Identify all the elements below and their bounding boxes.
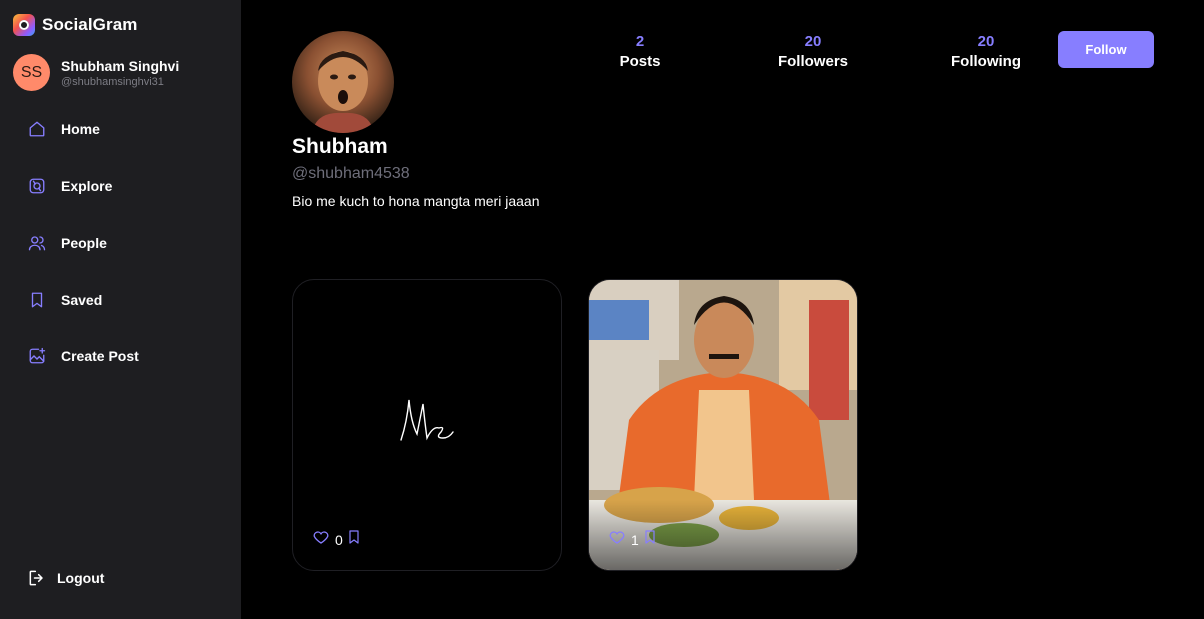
user-name: Shubham Singhvi	[61, 57, 180, 74]
follow-button[interactable]: Follow	[1058, 31, 1154, 68]
profile-bio: Bio me kuch to hona mangta meri jaaan	[292, 193, 540, 209]
stat-label: Followers	[777, 53, 848, 70]
bookmark-icon[interactable]	[346, 528, 362, 551]
profile-name: Shubham	[292, 135, 388, 158]
heart-icon[interactable]	[608, 528, 626, 551]
user-meta: Shubham Singhvi @shubhamsinghvi31	[61, 58, 179, 88]
post-actions: 0	[312, 528, 362, 551]
sidebar-item-label: People	[61, 235, 107, 251]
post-image: Me	[393, 392, 454, 441]
explore-icon	[27, 176, 47, 196]
stat-label: Posts	[619, 53, 661, 70]
post-card[interactable]: 1	[588, 279, 858, 571]
sidebar-item-people[interactable]: People	[27, 228, 139, 258]
sidebar-item-saved[interactable]: Saved	[27, 285, 139, 315]
sidebar-item-explore[interactable]: Explore	[27, 171, 139, 201]
user-handle: @shubhamsinghvi31	[61, 75, 164, 88]
sidebar-nav: Home Explore People Saved Create Post	[27, 114, 139, 398]
home-icon	[27, 119, 47, 139]
stat-value: 2	[635, 33, 645, 50]
post-image-text: Me	[393, 392, 395, 393]
current-user-card[interactable]: SS Shubham Singhvi @shubhamsinghvi31	[13, 54, 179, 91]
post-actions: 1	[608, 528, 658, 551]
logout-button[interactable]: Logout	[27, 568, 104, 588]
bookmark-icon[interactable]	[642, 528, 658, 551]
brand[interactable]: SocialGram	[13, 14, 138, 36]
sidebar-item-label: Explore	[61, 178, 113, 194]
sidebar-item-label: Saved	[61, 292, 103, 308]
sidebar-item-home[interactable]: Home	[27, 114, 139, 144]
sidebar-item-create-post[interactable]: Create Post	[27, 341, 139, 371]
brand-name: SocialGram	[42, 15, 138, 34]
stat-posts: 2 Posts	[580, 33, 700, 70]
sidebar-item-label: Home	[61, 121, 100, 137]
profile-photo	[312, 51, 374, 133]
stat-following[interactable]: 20 Following	[926, 33, 1046, 70]
post-card[interactable]: Me 0	[292, 279, 562, 571]
bookmark-icon	[27, 290, 47, 310]
sidebar: SocialGram SS Shubham Singhvi @shubhamsi…	[0, 0, 241, 619]
profile-avatar[interactable]	[292, 31, 394, 133]
app-root: SocialGram SS Shubham Singhvi @shubhamsi…	[0, 0, 1204, 619]
stat-value: 20	[977, 33, 995, 50]
stat-followers[interactable]: 20 Followers	[753, 33, 873, 70]
avatar: SS	[13, 54, 50, 91]
logout-label: Logout	[57, 570, 105, 586]
stat-value: 20	[804, 33, 822, 50]
like-count: 0	[335, 531, 343, 548]
like-count: 1	[631, 531, 639, 548]
stat-label: Following	[951, 53, 1021, 70]
logout-icon	[27, 568, 47, 588]
profile-handle: @shubham4538	[292, 165, 410, 182]
people-icon	[27, 233, 47, 253]
logo-icon	[13, 14, 35, 36]
heart-icon[interactable]	[312, 528, 330, 551]
sidebar-item-label: Create Post	[61, 348, 139, 364]
create-post-icon	[27, 346, 47, 366]
